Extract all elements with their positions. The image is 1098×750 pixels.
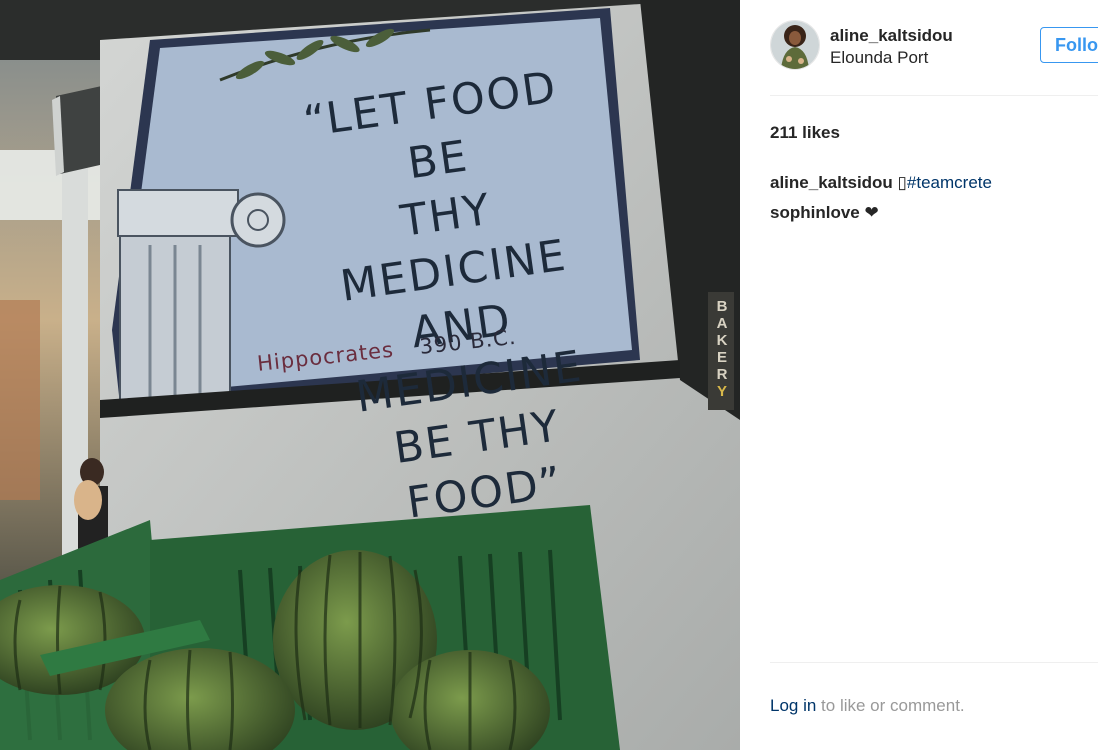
bakery-letter: E [716,349,727,366]
comment-text: ▯ [892,173,907,192]
login-suffix: to like or comment. [816,696,965,715]
avatar[interactable] [770,20,820,70]
comment-item: sophinlove ❤ [770,198,1098,228]
bakery-letter: Y [716,383,727,400]
sign-quote: “Let food be thy medicine and medicine b… [278,56,637,541]
bakery-letter: B [716,298,728,315]
likes-count[interactable]: 211 likes [770,123,840,143]
comment-text: ❤ [859,203,879,222]
avatar-image [771,21,819,69]
login-link[interactable]: Log in [770,696,816,715]
comment-username[interactable]: sophinlove [770,203,860,222]
follow-button[interactable]: Follo [1040,27,1098,63]
username-link[interactable]: aline_kaltsidou [830,26,953,46]
comment-list: aline_kaltsidou ▯#teamcrete sophinlove ❤ [770,168,1098,228]
bakery-letter: R [716,366,728,383]
login-prompt: Log in to like or comment. [770,696,965,716]
comment-item: aline_kaltsidou ▯#teamcrete [770,168,1098,198]
divider [770,95,1098,96]
comment-username[interactable]: aline_kaltsidou [770,173,893,192]
bakery-sign: B A K E R Y [712,298,732,400]
location-link[interactable]: Elounda Port [830,48,928,68]
divider [770,662,1098,663]
post-header: aline_kaltsidou Elounda Port Follo [770,20,1098,74]
bakery-letter: A [716,315,728,332]
post-sidebar: aline_kaltsidou Elounda Port Follo 211 l… [740,0,1098,750]
hashtag-link[interactable]: #teamcrete [907,173,992,192]
bakery-letter: K [716,332,728,349]
post-photo[interactable]: “Let food be thy medicine and medicine b… [0,0,740,750]
